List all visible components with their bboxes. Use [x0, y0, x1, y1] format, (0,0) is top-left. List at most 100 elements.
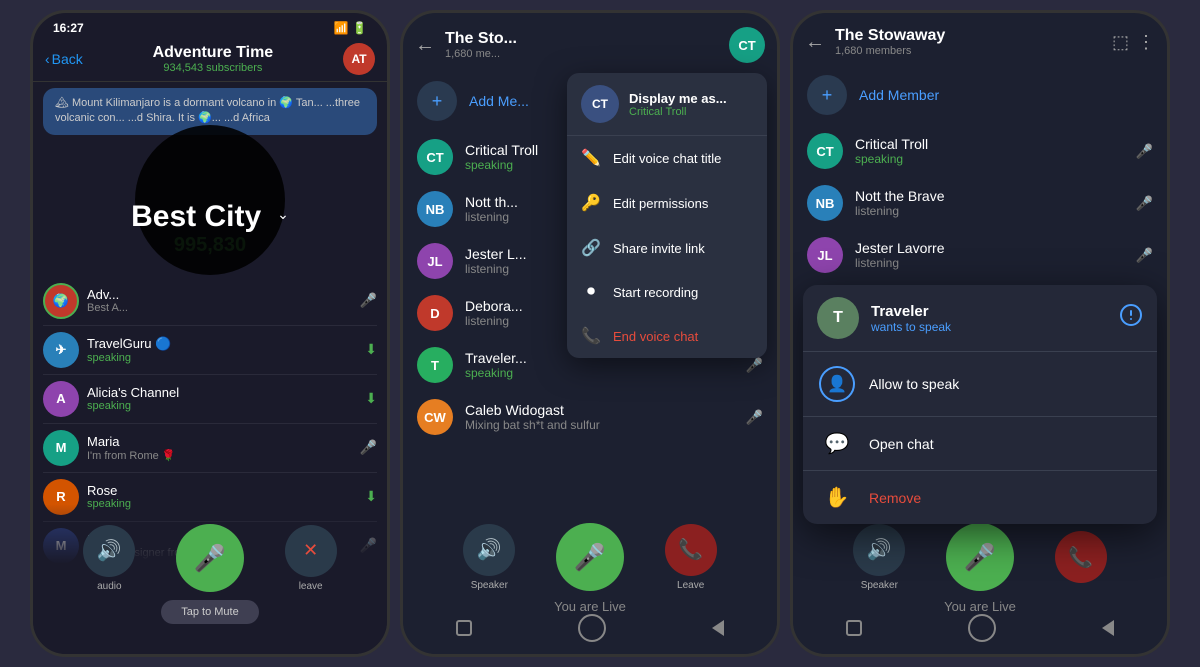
list-item: JL Jester Lavorre listening 🎤 — [793, 229, 1167, 281]
nav-back — [712, 620, 724, 636]
participant-status: speaking — [855, 152, 1124, 166]
tap-to-mute[interactable]: Tap to Mute — [161, 600, 258, 624]
open-chat-button[interactable]: 💬 Open chat — [803, 417, 1157, 471]
mic-icon: 🎤 — [1136, 247, 1153, 264]
dropdown-menu: CT Display me as... Critical Troll ✏️ Ed… — [567, 73, 767, 358]
video-icon[interactable]: ⬚ — [1112, 32, 1129, 53]
participant-name: Caleb Widogast — [465, 402, 734, 418]
member-count: 1,680 members — [835, 45, 1102, 57]
mic-icon: 🎤 — [1136, 195, 1153, 212]
speaker-label: Speaker — [861, 580, 898, 591]
list-item: 🌍 Adv... Best A... 🎤 — [43, 277, 377, 326]
avatar: CW — [417, 399, 453, 435]
speaker-button[interactable]: 🔊 Speaker — [853, 524, 905, 591]
dropdown-title-area: Display me as... Critical Troll — [629, 91, 727, 118]
nav-circle — [578, 614, 606, 642]
mic-button[interactable]: 🎤 — [556, 523, 624, 591]
channel-avatar: CT — [729, 27, 765, 63]
leave-button[interactable]: 📞 — [1055, 531, 1107, 583]
menu-item-edit-permissions[interactable]: 🔑 Edit permissions — [567, 181, 767, 226]
city-name: Best City — [131, 200, 261, 234]
mic-icon: 🎤 — [746, 409, 763, 426]
audio-button[interactable]: 🔊 audio — [83, 525, 135, 592]
popup-status: wants to speak — [871, 320, 951, 334]
key-icon: 🔑 — [581, 193, 601, 213]
title-area: The Stowaway 1,680 members — [835, 27, 1102, 57]
back-button[interactable]: ← — [805, 31, 825, 54]
menu-item-start-recording[interactable]: ⏺ Start recording — [567, 271, 767, 314]
member-count: 1,680 me... — [445, 48, 719, 60]
avatar: JL — [417, 243, 453, 279]
back-button[interactable]: ‹ Back — [45, 51, 83, 67]
channel-avatar[interactable]: AT — [343, 43, 375, 75]
back-button[interactable]: ← — [415, 34, 435, 57]
speaker-icon: 🔊 — [463, 524, 515, 576]
mic-icon: 🎤 — [946, 523, 1014, 591]
back-chevron: ‹ — [45, 51, 50, 67]
participant-name: Alicia's Channel — [87, 385, 357, 400]
phone-2: ← The Sto... 1,680 me... CT + Add Me... … — [400, 10, 780, 657]
participant-info: Critical Troll speaking — [855, 136, 1124, 166]
mic-icon: 🎤 — [1136, 143, 1153, 160]
phone-3: ← The Stowaway 1,680 members ⬚ ⋮ + Add M… — [790, 10, 1170, 657]
status-icons: 📶 🔋 — [334, 21, 367, 35]
message-text: 🏔 Mount Kilimanjaro is a dormant volcano… — [55, 97, 360, 124]
avatar: JL — [807, 237, 843, 273]
speak-request-popup: T Traveler wants to speak 👤 Allow to spe… — [803, 285, 1157, 524]
menu-item-share-link[interactable]: 🔗 Share invite link — [567, 226, 767, 271]
audio-icon: 🔊 — [83, 525, 135, 577]
participant-status: I'm from Rome 🌹 — [87, 449, 352, 462]
link-icon: 🔗 — [581, 238, 601, 258]
participant-status: listening — [855, 204, 1124, 218]
participant-status: Mixing bat sh*t and sulfur — [465, 418, 734, 432]
participant-name: Jester Lavorre — [855, 240, 1124, 256]
avatar: 🌍 — [43, 283, 79, 319]
leave-label: leave — [299, 581, 323, 592]
nav-square — [456, 620, 472, 636]
allow-to-speak-button[interactable]: 👤 Allow to speak — [803, 352, 1157, 417]
avatar: NB — [807, 185, 843, 221]
participant-info: Caleb Widogast Mixing bat sh*t and sulfu… — [465, 402, 734, 432]
popup-name: Traveler — [871, 303, 951, 320]
more-icon[interactable]: ⋮ — [1137, 32, 1155, 53]
mic-button[interactable]: 🎤 — [946, 523, 1014, 591]
dropdown-avatar: CT — [581, 85, 619, 123]
participant-name: TravelGuru 🔵 — [87, 336, 357, 352]
time: 16:27 — [53, 21, 84, 35]
menu-label: Start recording — [613, 285, 698, 300]
menu-item-edit-title[interactable]: ✏️ Edit voice chat title — [567, 136, 767, 181]
chevron-icon[interactable]: ⌄ — [277, 206, 289, 223]
speaker-icon: 🔊 — [853, 524, 905, 576]
allow-label: Allow to speak — [869, 376, 959, 392]
remove-icon: ✋ — [819, 485, 855, 510]
leave-button[interactable]: ✕ leave — [285, 525, 337, 592]
popup-avatar: T — [817, 297, 859, 339]
list-item: NB Nott the Brave listening 🎤 — [793, 177, 1167, 229]
participant-info: Jester Lavorre listening — [855, 240, 1124, 270]
leave-button[interactable]: 📞 Leave — [665, 524, 717, 591]
title-area: The Sto... 1,680 me... — [445, 30, 719, 60]
menu-item-end-voice[interactable]: 📞 End voice chat — [567, 314, 767, 358]
mic-button[interactable]: 🎤 — [176, 524, 244, 592]
bottom-controls: 🔊 audio 🎤 ✕ leave Tap to Mute — [33, 504, 387, 654]
audio-label: audio — [97, 581, 121, 592]
participant-status: speaking — [465, 366, 734, 380]
leave-label: Leave — [677, 580, 704, 591]
nav-square — [846, 620, 862, 636]
participant-info: Alicia's Channel speaking — [87, 385, 357, 412]
remove-label: Remove — [869, 490, 921, 506]
speaker-button[interactable]: 🔊 Speaker — [463, 524, 515, 591]
avatar: CT — [807, 133, 843, 169]
nav-back — [1102, 620, 1114, 636]
phone-1: 16:27 📶 🔋 ‹ Back Adventure Time 934,543 … — [30, 10, 390, 657]
avatar: CT — [417, 139, 453, 175]
avatar: ✈ — [43, 332, 79, 368]
p3-header: ← The Stowaway 1,680 members ⬚ ⋮ — [793, 13, 1167, 65]
avatar: NB — [417, 191, 453, 227]
controls-row: 🔊 Speaker 🎤 📞 — [793, 523, 1167, 591]
popup-header: T Traveler wants to speak — [803, 285, 1157, 352]
participant-name: Critical Troll — [855, 136, 1124, 152]
remove-button[interactable]: ✋ Remove — [803, 471, 1157, 524]
chat-icon: 💬 — [819, 431, 855, 456]
add-member-button[interactable]: + Add Member — [793, 65, 1167, 125]
